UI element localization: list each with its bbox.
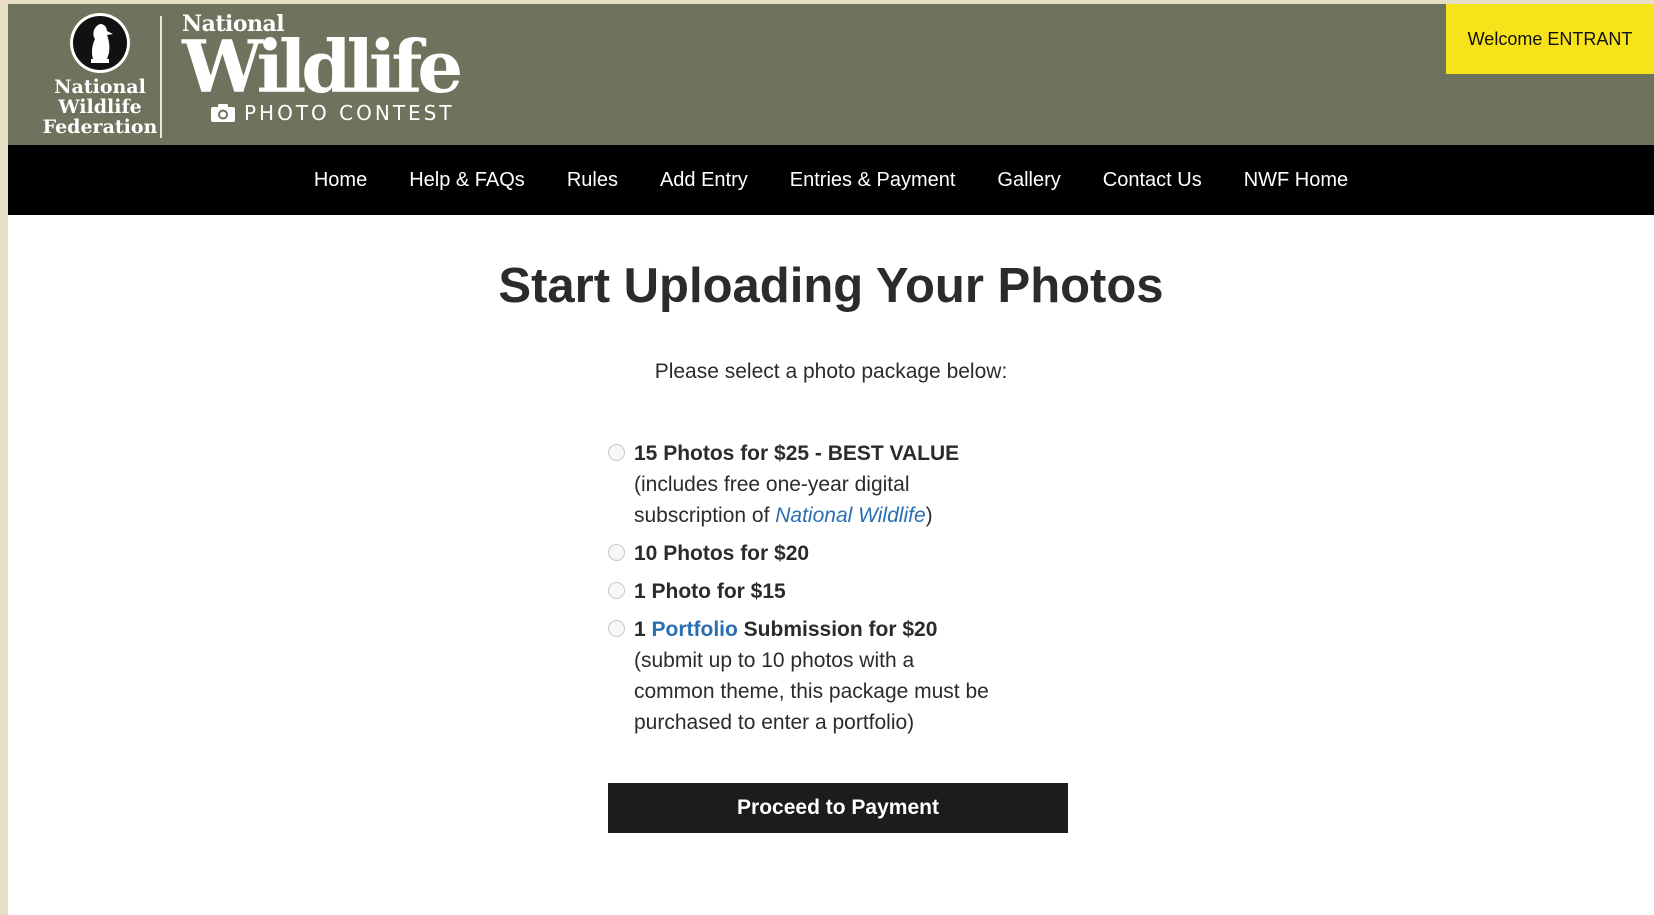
nav-nwf-home[interactable]: NWF Home	[1244, 169, 1348, 192]
package-radio-15-photos[interactable]	[608, 444, 625, 461]
package-title: 10 Photos for $20	[634, 542, 810, 565]
package-title-suffix: Submission for $20	[737, 618, 938, 641]
package-description-end: )	[925, 504, 933, 527]
package-option-text: 15 Photos for $25 - BEST VALUE (includes…	[634, 438, 994, 531]
page-title: Start Uploading Your Photos	[498, 259, 1164, 313]
contest-logo-photo-contest: PHOTO CONTEST	[244, 101, 455, 125]
proceed-to-payment-button[interactable]: Proceed to Payment	[608, 783, 1068, 833]
nav-add-entry[interactable]: Add Entry	[660, 169, 748, 192]
nav-home[interactable]: Home	[314, 169, 367, 192]
package-option-15-photos[interactable]: 15 Photos for $25 - BEST VALUE (includes…	[608, 438, 1008, 531]
nav-rules[interactable]: Rules	[567, 169, 618, 192]
nav-entries-payment[interactable]: Entries & Payment	[790, 169, 956, 192]
package-option-text: 10 Photos for $20	[634, 538, 994, 569]
welcome-badge[interactable]: Welcome ENTRANT	[1446, 4, 1654, 74]
package-option-text: 1 Portfolio Submission for $20 (submit u…	[634, 614, 994, 738]
nav-gallery[interactable]: Gallery	[997, 169, 1060, 192]
page-frame: National Wildlife Federation National Wi…	[8, 4, 1654, 915]
package-radio-portfolio[interactable]	[608, 620, 625, 637]
package-radio-1-photo[interactable]	[608, 582, 625, 599]
portfolio-link[interactable]: Portfolio	[652, 618, 738, 641]
logo-divider	[160, 16, 162, 138]
package-options: 15 Photos for $25 - BEST VALUE (includes…	[608, 438, 1008, 745]
package-description: (submit up to 10 photos with a common th…	[634, 649, 989, 734]
contest-logo-subtitle-row: PHOTO CONTEST	[210, 102, 482, 124]
package-option-portfolio[interactable]: 1 Portfolio Submission for $20 (submit u…	[608, 614, 1008, 738]
camera-icon	[211, 104, 235, 122]
nav-help-faqs[interactable]: Help & FAQs	[409, 169, 525, 192]
main-nav: Home Help & FAQs Rules Add Entry Entries…	[8, 145, 1654, 215]
package-prompt: Please select a photo package below:	[654, 360, 1008, 383]
nwf-logo[interactable]: National Wildlife Federation	[30, 12, 170, 140]
contest-logo-wildlife: Wildlife	[182, 24, 463, 109]
site-header: National Wildlife Federation National Wi…	[8, 4, 1654, 145]
bird-icon	[70, 13, 130, 73]
national-wildlife-link[interactable]: National Wildlife	[775, 504, 925, 527]
package-option-10-photos[interactable]: 10 Photos for $20	[608, 538, 1008, 569]
package-title: 1 Photo for $15	[634, 580, 786, 603]
nav-contact-us[interactable]: Contact Us	[1103, 169, 1202, 192]
contest-logo[interactable]: National Wildlife PHOTO CONTEST	[182, 12, 482, 142]
package-title: 15 Photos for $25 - BEST VALUE	[634, 442, 960, 465]
nwf-logo-text: National Wildlife Federation	[42, 76, 158, 138]
package-option-text: 1 Photo for $15	[634, 576, 994, 607]
package-option-1-photo[interactable]: 1 Photo for $15	[608, 576, 1008, 607]
package-radio-10-photos[interactable]	[608, 544, 625, 561]
package-title-prefix: 1	[634, 618, 652, 641]
